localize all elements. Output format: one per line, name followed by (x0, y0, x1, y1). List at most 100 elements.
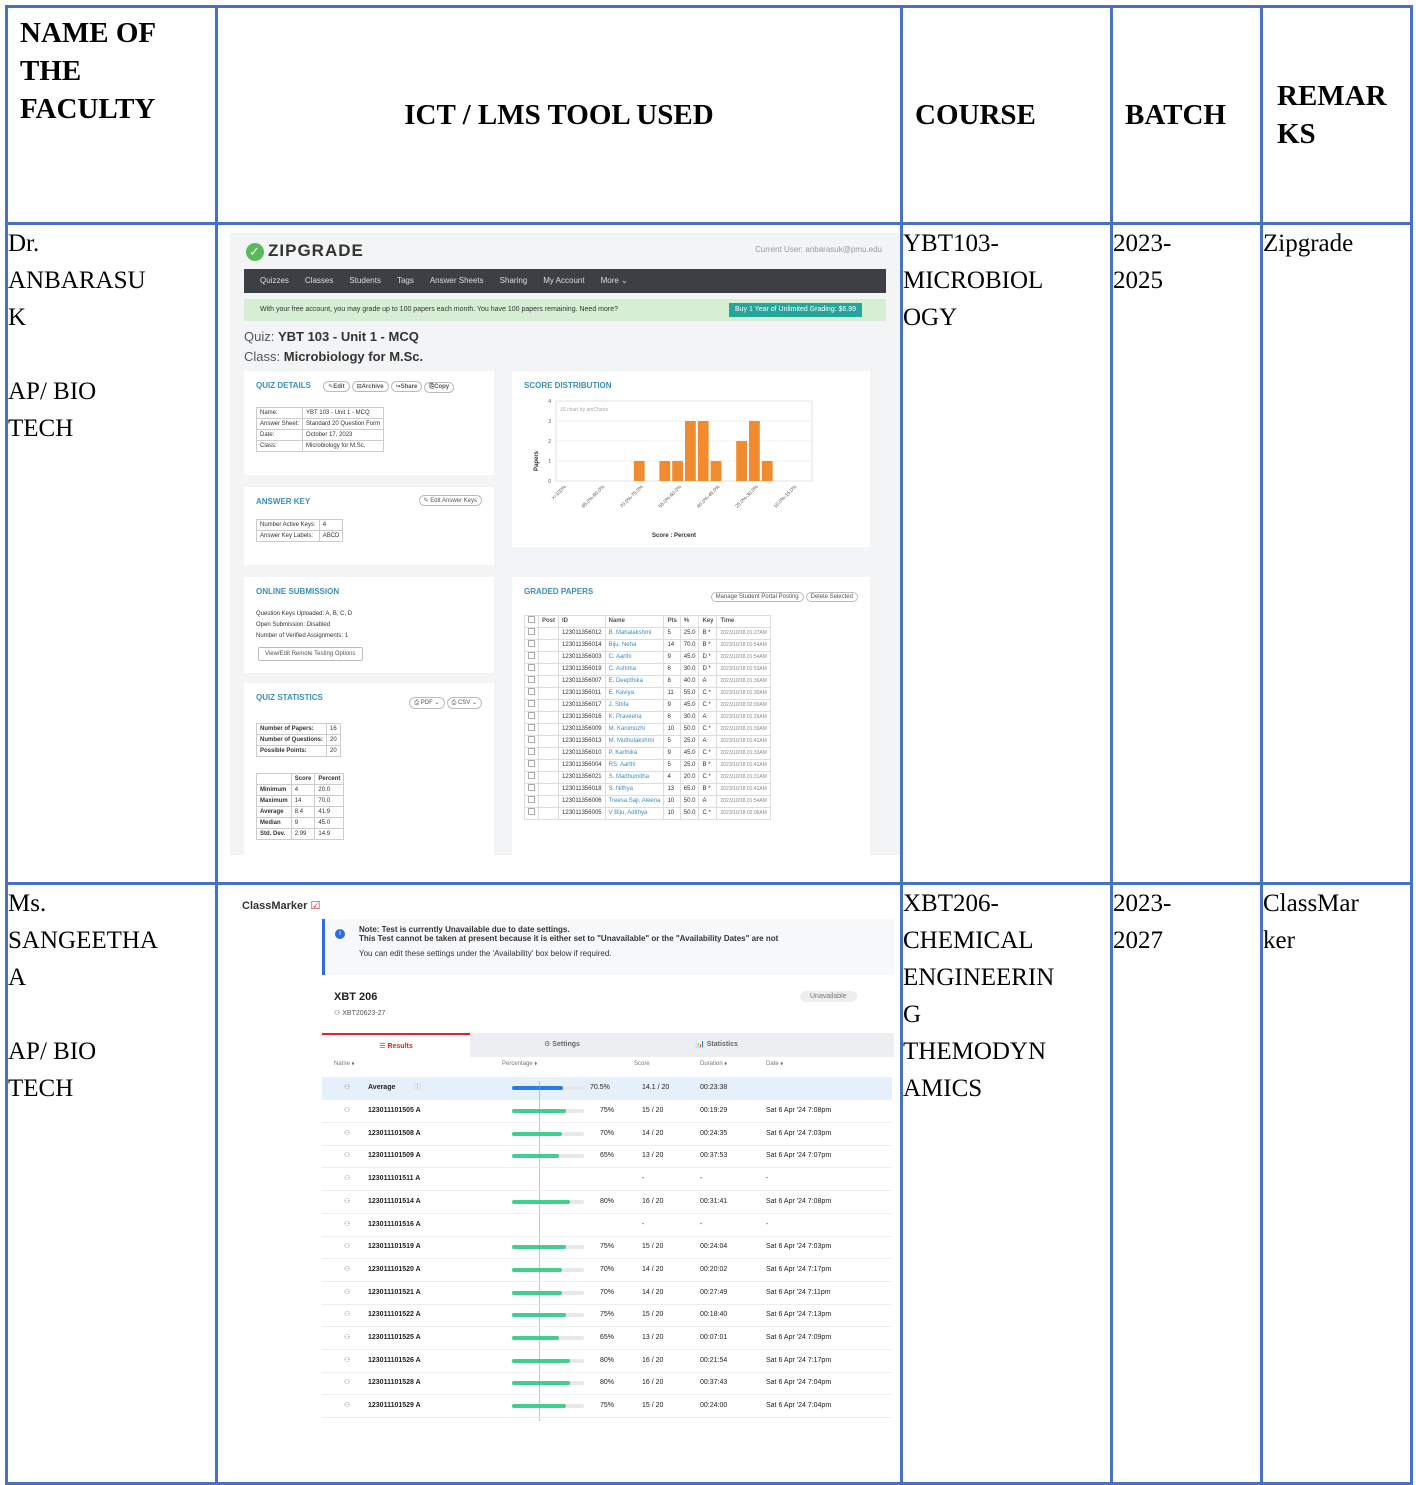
row-checkbox[interactable] (528, 796, 535, 803)
tab-results[interactable]: ☰ Results (322, 1033, 470, 1059)
select-cell[interactable] (524, 735, 539, 748)
col-key[interactable]: Key (698, 615, 718, 628)
student-name-link[interactable]: S. Nithya (604, 783, 665, 796)
select-cell[interactable] (524, 687, 539, 700)
col-date[interactable]: Date ⬧ (766, 1061, 783, 1068)
select-cell[interactable] (524, 759, 539, 772)
student-id[interactable]: 123011101511 A (368, 1168, 420, 1190)
result-row[interactable]: ⚇ 123011101514 A 80% 16 / 20 00:31:41 Sat 6 A… (322, 1191, 892, 1214)
row-checkbox[interactable] (528, 628, 535, 635)
col-percent[interactable]: % (679, 615, 700, 628)
pdf-button[interactable]: ⎙ PDF ⌄ (409, 697, 445, 709)
student-name-link[interactable]: V Biju, Adithya (604, 807, 665, 820)
result-row[interactable]: ⚇ 123011101508 A 70% 14 / 20 00:24:35 Sat 6 A… (322, 1123, 892, 1146)
col-pts[interactable]: Pts (663, 615, 681, 628)
select-cell[interactable] (524, 651, 539, 664)
result-row[interactable]: ⚇ 123011101528 A 80% 16 / 20 00:37:43 Sat 6 A… (322, 1372, 892, 1396)
result-row[interactable]: ⚇ 123011101522 A 75% 15 / 20 00:18:40 Sat 6 A… (322, 1304, 892, 1328)
row-checkbox[interactable] (528, 808, 535, 815)
remote-testing-button[interactable]: View/Edit Remote Testing Options (258, 647, 363, 661)
share-button[interactable]: ↪Share (390, 381, 423, 392)
row-checkbox[interactable] (528, 748, 535, 755)
student-id[interactable]: 123011101514 A (368, 1191, 421, 1213)
student-id[interactable]: 123011101509 A (368, 1145, 421, 1167)
archive-button[interactable]: ⊟Archive (351, 381, 389, 392)
student-id[interactable]: 123011101525 A (368, 1327, 421, 1349)
student-id[interactable]: 123011101522 A (368, 1304, 421, 1326)
result-row[interactable]: ⚇ 123011101520 A 70% 14 / 20 00:20:02 Sat 6 A… (322, 1259, 892, 1282)
row-checkbox[interactable] (528, 640, 535, 647)
csv-button[interactable]: ⎙ CSV ⌄ (446, 697, 482, 709)
student-name-link[interactable]: C. Ashima (604, 663, 665, 676)
manage-portal-button[interactable]: Manage Student Portal Posting (710, 592, 804, 602)
buy-button[interactable]: Buy 1 Year of Unlimited Grading: $6.99 (728, 303, 862, 317)
nav-students[interactable]: Students (349, 269, 381, 293)
select-all-checkbox[interactable] (528, 616, 535, 623)
select-cell[interactable] (524, 711, 539, 724)
edit-button[interactable]: ✎Edit (323, 381, 350, 392)
row-checkbox[interactable] (528, 712, 535, 719)
row-checkbox[interactable] (528, 772, 535, 779)
select-cell[interactable] (524, 699, 539, 712)
student-name-link[interactable]: K. Praveena (604, 711, 665, 724)
select-cell[interactable] (524, 723, 539, 736)
result-row[interactable]: ⚇ 123011101505 A 75% 15 / 20 00:19:29 Sat 6 A… (322, 1100, 892, 1123)
tab-statistics[interactable]: 📊 Statistics (642, 1033, 792, 1057)
result-row[interactable]: ⚇ 123011101516 A - - - (322, 1214, 892, 1237)
student-name-link[interactable]: RS. Aarthi (604, 759, 665, 772)
select-cell[interactable] (524, 627, 539, 640)
student-name-link[interactable]: E. Kaviya (604, 687, 665, 700)
select-cell[interactable] (524, 771, 539, 784)
result-row[interactable]: ⚇ 123011101526 A 80% 16 / 20 00:21:54 Sat 6 A… (322, 1350, 892, 1373)
select-cell[interactable] (524, 807, 539, 820)
result-row[interactable]: ⚇ 123011101509 A 65% 13 / 20 00:37:53 Sat 6 A… (322, 1145, 892, 1169)
select-cell[interactable] (524, 675, 539, 688)
select-cell[interactable] (524, 663, 539, 676)
tab-settings[interactable]: ⚙ Settings (502, 1033, 622, 1057)
student-id[interactable]: 123011101521 A (368, 1282, 421, 1304)
student-name-link[interactable]: P. Karthika (604, 747, 665, 760)
student-name-link[interactable]: M. Kanimozhi (604, 723, 665, 736)
student-id[interactable]: 123011101505 A (368, 1100, 421, 1122)
student-name-link[interactable]: E. Deepthika (604, 675, 665, 688)
result-row[interactable]: ⚇ 123011101525 A 65% 13 / 20 00:07:01 Sat 6 A… (322, 1327, 892, 1350)
nav-more[interactable]: More ⌄ (601, 269, 628, 293)
nav-classes[interactable]: Classes (305, 269, 333, 293)
row-checkbox[interactable] (528, 664, 535, 671)
row-checkbox[interactable] (528, 724, 535, 731)
result-row[interactable]: ⚇ 123011101529 A 75% 15 / 20 00:24:00 Sat 6 A… (322, 1395, 892, 1419)
col-score[interactable]: Score (634, 1061, 650, 1067)
row-checkbox[interactable] (528, 760, 535, 767)
student-name-link[interactable]: Treesa Saji, Aleena (604, 795, 665, 808)
row-checkbox[interactable] (528, 700, 535, 707)
student-id[interactable]: 123011101516 A (368, 1214, 421, 1236)
nav-my-account[interactable]: My Account (543, 269, 584, 293)
col-name[interactable]: Name ⬧ (334, 1061, 354, 1068)
student-name-link[interactable]: Biju, Neha (604, 639, 665, 652)
row-checkbox[interactable] (528, 736, 535, 743)
student-id[interactable]: 123011101526 A (368, 1350, 421, 1372)
nav-tags[interactable]: Tags (397, 269, 414, 293)
row-checkbox[interactable] (528, 784, 535, 791)
select-cell[interactable] (524, 795, 539, 808)
col-post[interactable]: Post (537, 615, 560, 628)
student-id[interactable]: 123011101529 A (368, 1395, 421, 1417)
student-id[interactable]: 123011101520 A (368, 1259, 421, 1281)
col-percentage[interactable]: Percentage ⬧ (502, 1061, 537, 1068)
select-cell[interactable] (524, 639, 539, 652)
result-row[interactable]: ⚇ 123011101511 A - - - (322, 1168, 892, 1192)
student-name-link[interactable]: S. Madhumitha (604, 771, 665, 784)
student-name-link[interactable]: M. Muthulakshmi (604, 735, 665, 748)
result-row[interactable]: ⚇ 123011101519 A 75% 15 / 20 00:24:04 Sat 6 A… (322, 1236, 892, 1260)
row-checkbox[interactable] (528, 688, 535, 695)
student-name-link[interactable]: J. Shifa (604, 699, 665, 712)
row-checkbox[interactable] (528, 652, 535, 659)
nav-sharing[interactable]: Sharing (500, 269, 528, 293)
row-checkbox[interactable] (528, 676, 535, 683)
select-cell[interactable] (524, 783, 539, 796)
copy-button[interactable]: ⎘Copy (424, 382, 455, 393)
nav-quizzes[interactable]: Quizzes (260, 269, 289, 293)
col-id[interactable]: ID (558, 615, 606, 628)
col-time[interactable]: Time (716, 615, 771, 628)
col-duration[interactable]: Duration ⬧ (700, 1061, 727, 1068)
